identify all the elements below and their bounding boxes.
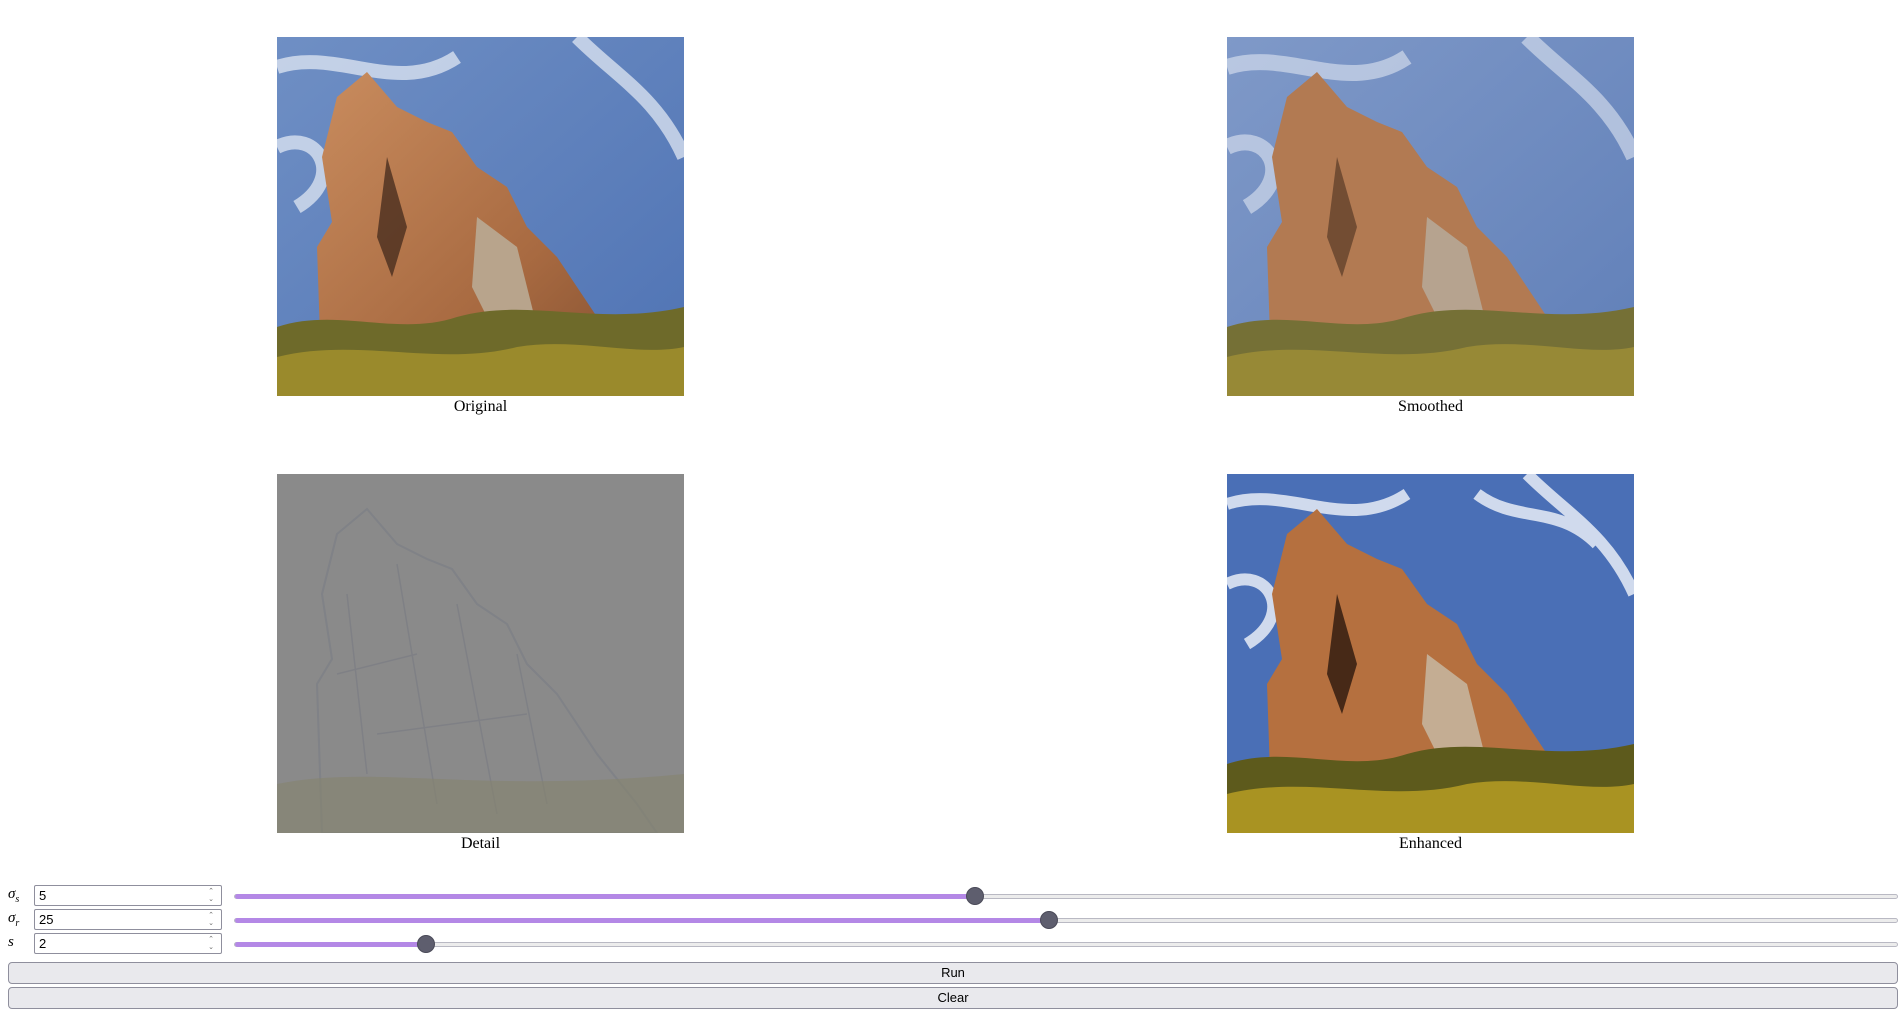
enhanced-panel: Enhanced	[1227, 474, 1634, 853]
detail-caption: Detail	[460, 835, 501, 852]
s-slider-fill	[235, 942, 427, 947]
chevron-down-icon[interactable]: ⌄	[205, 896, 217, 904]
sigma-r-stepper[interactable]: ⌃ ⌄	[205, 912, 217, 928]
sigma-s-slider[interactable]	[234, 887, 1898, 905]
s-slider-thumb[interactable]	[417, 935, 436, 953]
original-caption: Original	[453, 398, 508, 415]
sigma-s-spinbox[interactable]: ⌃ ⌄	[34, 885, 222, 906]
smoothed-panel: Smoothed	[1227, 37, 1634, 416]
chevron-down-icon[interactable]: ⌄	[205, 920, 217, 928]
chevron-up-icon[interactable]: ⌃	[205, 936, 217, 944]
sigma-s-slider-fill	[235, 894, 975, 899]
detail-image	[277, 474, 684, 833]
enhanced-image	[1227, 474, 1634, 833]
chevron-up-icon[interactable]: ⌃	[205, 888, 217, 896]
sigma-r-label: σr	[8, 910, 20, 929]
sigma-s-label: σs	[8, 886, 20, 905]
s-label: s	[8, 934, 14, 950]
original-panel: Original	[277, 37, 684, 416]
sigma-s-row: σs ⌃ ⌄	[8, 884, 1898, 908]
sigma-r-input[interactable]	[35, 910, 199, 929]
s-row: s ⌃ ⌄	[8, 932, 1898, 956]
chevron-down-icon[interactable]: ⌄	[205, 944, 217, 952]
controls-panel: σs ⌃ ⌄ σr ⌃ ⌄ s	[8, 884, 1898, 1009]
detail-panel: Detail	[277, 474, 684, 853]
sigma-s-slider-thumb[interactable]	[965, 887, 984, 905]
smoothed-image	[1227, 37, 1634, 396]
s-input[interactable]	[35, 934, 199, 953]
s-slider[interactable]	[234, 935, 1898, 953]
s-spinbox[interactable]: ⌃ ⌄	[34, 933, 222, 954]
sigma-r-row: σr ⌃ ⌄	[8, 908, 1898, 932]
s-stepper[interactable]: ⌃ ⌄	[205, 936, 217, 952]
enhanced-caption: Enhanced	[1398, 835, 1463, 852]
sigma-s-stepper[interactable]: ⌃ ⌄	[205, 888, 217, 904]
run-button[interactable]: Run	[8, 962, 1898, 984]
original-image	[277, 37, 684, 396]
sigma-r-slider-thumb[interactable]	[1040, 911, 1059, 929]
sigma-r-slider-fill	[235, 918, 1050, 923]
chevron-up-icon[interactable]: ⌃	[205, 912, 217, 920]
sigma-s-input[interactable]	[35, 886, 199, 905]
sigma-r-slider[interactable]	[234, 911, 1898, 929]
smoothed-caption: Smoothed	[1398, 398, 1463, 415]
sigma-r-spinbox[interactable]: ⌃ ⌄	[34, 909, 222, 930]
clear-button[interactable]: Clear	[8, 987, 1898, 1009]
